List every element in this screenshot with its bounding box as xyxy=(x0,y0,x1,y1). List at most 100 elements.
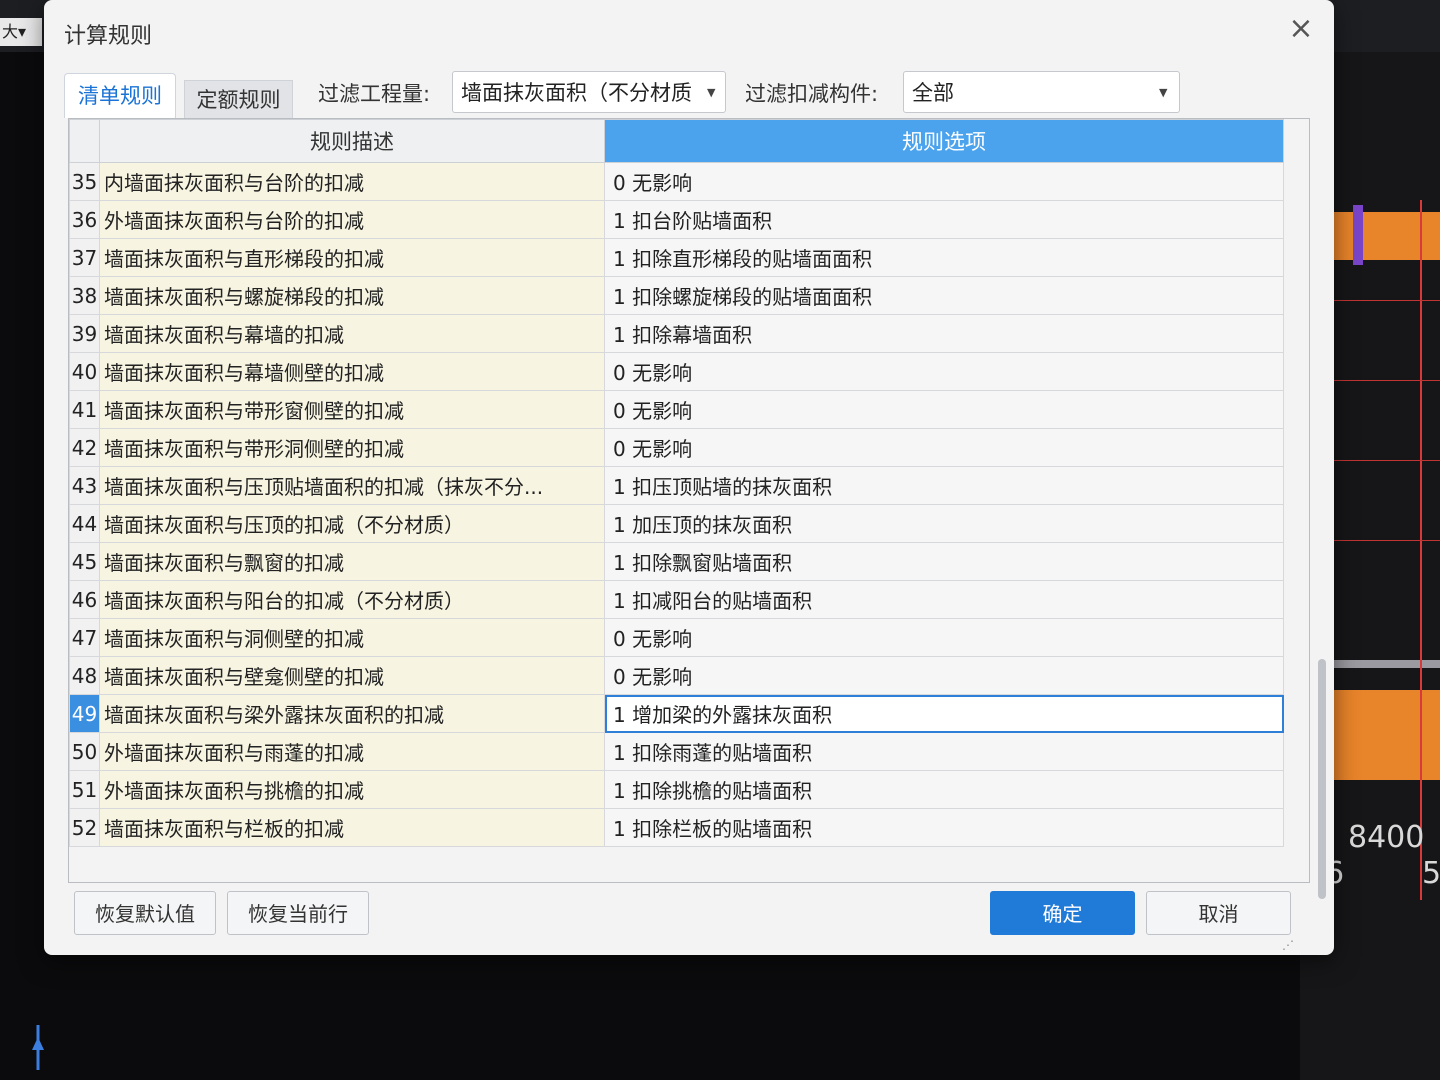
row-number[interactable]: 51 xyxy=(69,770,100,809)
row-number[interactable]: 43 xyxy=(69,466,100,505)
rule-option[interactable]: 1 增加梁的外露抹灰面积 xyxy=(604,694,1284,733)
rule-option[interactable]: 1 扣除飘窗贴墙面积 xyxy=(604,542,1284,581)
row-number[interactable]: 47 xyxy=(69,618,100,657)
row-number[interactable]: 52 xyxy=(69,808,100,847)
rule-description[interactable]: 墙面抹灰面积与带形洞侧壁的扣减 xyxy=(99,428,605,467)
rule-option[interactable]: 1 扣压顶贴墙的抹灰面积 xyxy=(604,466,1284,505)
rule-description[interactable]: 外墙面抹灰面积与雨蓬的扣减 xyxy=(99,732,605,771)
table-row[interactable]: 48 墙面抹灰面积与壁龛侧壁的扣减 0 无影响 xyxy=(69,656,1284,695)
rules-grid: 规则描述 规则选项 35 内墙面抹灰面积与台阶的扣减 0 无影响 36 外墙面抹灰面积与… xyxy=(68,118,1326,899)
table-row[interactable]: 52 墙面抹灰面积与栏板的扣减 1 扣除栏板的贴墙面积 xyxy=(69,808,1284,847)
background-dropdown[interactable]: 大▾ xyxy=(0,18,42,46)
rule-option[interactable]: 0 无影响 xyxy=(604,428,1284,467)
table-row[interactable]: 41 墙面抹灰面积与带形窗侧壁的扣减 0 无影响 xyxy=(69,390,1284,429)
rule-option[interactable]: 1 扣除幕墙面积 xyxy=(604,314,1284,353)
scrollbar-thumb[interactable] xyxy=(1318,659,1326,899)
rule-description[interactable]: 墙面抹灰面积与带形窗侧壁的扣减 xyxy=(99,390,605,429)
table-row[interactable]: 39 墙面抹灰面积与幕墙的扣减 1 扣除幕墙面积 xyxy=(69,314,1284,353)
row-number[interactable]: 42 xyxy=(69,428,100,467)
rule-option[interactable]: 0 无影响 xyxy=(604,162,1284,201)
filter-quantity-label: 过滤工程量: xyxy=(318,82,431,106)
table-row[interactable]: 44 墙面抹灰面积与压顶的扣减（不分材质） 1 加压顶的抹灰面积 xyxy=(69,504,1284,543)
rule-description[interactable]: 墙面抹灰面积与阳台的扣减（不分材质） xyxy=(99,580,605,619)
rule-option[interactable]: 0 无影响 xyxy=(604,352,1284,391)
table-row[interactable]: 49 墙面抹灰面积与梁外露抹灰面积的扣减 1 增加梁的外露抹灰面积 xyxy=(69,694,1284,733)
rule-description[interactable]: 墙面抹灰面积与压顶的扣减（不分材质） xyxy=(99,504,605,543)
row-number[interactable]: 35 xyxy=(69,162,100,201)
table-row[interactable]: 43 墙面抹灰面积与压顶贴墙面积的扣减（抹灰不分... 1 扣压顶贴墙的抹灰面积 xyxy=(69,466,1284,505)
table-row[interactable]: 51 外墙面抹灰面积与挑檐的扣减 1 扣除挑檐的贴墙面积 xyxy=(69,770,1284,809)
vertical-scrollbar[interactable] xyxy=(1315,159,1329,899)
dialog-title: 计算规则 xyxy=(64,24,153,49)
rule-description[interactable]: 墙面抹灰面积与直形梯段的扣减 xyxy=(99,238,605,277)
table-row[interactable]: 50 外墙面抹灰面积与雨蓬的扣减 1 扣除雨蓬的贴墙面积 xyxy=(69,732,1284,771)
rule-option[interactable]: 1 扣除挑檐的贴墙面积 xyxy=(604,770,1284,809)
rule-option[interactable]: 1 扣除雨蓬的贴墙面积 xyxy=(604,732,1284,771)
cad-beam-shape xyxy=(1330,690,1440,780)
row-number[interactable]: 44 xyxy=(69,504,100,543)
rule-option[interactable]: 0 无影响 xyxy=(604,656,1284,695)
cad-dimension-text: 8400 xyxy=(1348,820,1425,855)
rule-description[interactable]: 墙面抹灰面积与螺旋梯段的扣减 xyxy=(99,276,605,315)
restore-current-row-button[interactable]: 恢复当前行 xyxy=(227,891,369,935)
cad-grid-line xyxy=(1330,460,1440,461)
restore-default-button[interactable]: 恢复默认值 xyxy=(74,891,216,935)
row-number-header xyxy=(69,119,100,163)
rule-option[interactable]: 1 扣减阳台的贴墙面积 xyxy=(604,580,1284,619)
column-header-description[interactable]: 规则描述 xyxy=(99,119,605,163)
row-number[interactable]: 46 xyxy=(69,580,100,619)
row-number[interactable]: 36 xyxy=(69,200,100,239)
resize-grip-icon[interactable]: ⋰ xyxy=(1282,938,1296,952)
table-row[interactable]: 36 外墙面抹灰面积与台阶的扣减 1 扣台阶贴墙面积 xyxy=(69,200,1284,239)
table-row[interactable]: 47 墙面抹灰面积与洞侧壁的扣减 0 无影响 xyxy=(69,618,1284,657)
rule-option[interactable]: 0 无影响 xyxy=(604,618,1284,657)
row-number[interactable]: 45 xyxy=(69,542,100,581)
rule-option[interactable]: 0 无影响 xyxy=(604,390,1284,429)
row-number[interactable]: 37 xyxy=(69,238,100,277)
table-row[interactable]: 45 墙面抹灰面积与飘窗的扣减 1 扣除飘窗贴墙面积 xyxy=(69,542,1284,581)
rule-description[interactable]: 墙面抹灰面积与幕墙侧壁的扣减 xyxy=(99,352,605,391)
ok-button[interactable]: 确定 xyxy=(990,891,1135,935)
rule-description[interactable]: 墙面抹灰面积与压顶贴墙面积的扣减（抹灰不分... xyxy=(99,466,605,505)
rule-description[interactable]: 墙面抹灰面积与栏板的扣减 xyxy=(99,808,605,847)
table-row[interactable]: 38 墙面抹灰面积与螺旋梯段的扣减 1 扣除螺旋梯段的贴墙面面积 xyxy=(69,276,1284,315)
filter-quantity-select[interactable]: 墙面抹灰面积（不分材质 ▼ xyxy=(452,71,726,113)
rule-description[interactable]: 外墙面抹灰面积与挑檐的扣减 xyxy=(99,770,605,809)
close-icon[interactable]: × xyxy=(1286,14,1316,44)
rule-option[interactable]: 1 扣除栏板的贴墙面积 xyxy=(604,808,1284,847)
row-number[interactable]: 49 xyxy=(69,694,100,733)
rule-option[interactable]: 1 扣除直形梯段的贴墙面面积 xyxy=(604,238,1284,277)
rule-description[interactable]: 墙面抹灰面积与梁外露抹灰面积的扣减 xyxy=(99,694,605,733)
row-number[interactable]: 38 xyxy=(69,276,100,315)
table-row[interactable]: 40 墙面抹灰面积与幕墙侧壁的扣减 0 无影响 xyxy=(69,352,1284,391)
filter-component-select[interactable]: 全部 ▼ xyxy=(903,71,1180,113)
rule-description[interactable]: 墙面抹灰面积与幕墙的扣减 xyxy=(99,314,605,353)
tab-quota-rules[interactable]: 定额规则 xyxy=(184,80,293,119)
rule-description[interactable]: 内墙面抹灰面积与台阶的扣减 xyxy=(99,162,605,201)
tab-list-rules[interactable]: 清单规则 xyxy=(64,73,176,118)
rules-table: 规则描述 规则选项 35 内墙面抹灰面积与台阶的扣减 0 无影响 36 外墙面抹灰面积与… xyxy=(69,119,1284,847)
rule-description[interactable]: 墙面抹灰面积与壁龛侧壁的扣减 xyxy=(99,656,605,695)
table-row[interactable]: 42 墙面抹灰面积与带形洞侧壁的扣减 0 无影响 xyxy=(69,428,1284,467)
row-number[interactable]: 50 xyxy=(69,732,100,771)
table-row[interactable]: 37 墙面抹灰面积与直形梯段的扣减 1 扣除直形梯段的贴墙面面积 xyxy=(69,238,1284,277)
column-header-option[interactable]: 规则选项 xyxy=(604,119,1284,163)
table-row[interactable]: 35 内墙面抹灰面积与台阶的扣减 0 无影响 xyxy=(69,162,1284,201)
table-row[interactable]: 46 墙面抹灰面积与阳台的扣减（不分材质） 1 扣减阳台的贴墙面积 xyxy=(69,580,1284,619)
cad-column-shape xyxy=(1353,205,1363,265)
rule-description[interactable]: 外墙面抹灰面积与台阶的扣减 xyxy=(99,200,605,239)
row-number[interactable]: 48 xyxy=(69,656,100,695)
rule-option[interactable]: 1 扣除螺旋梯段的贴墙面面积 xyxy=(604,276,1284,315)
coordinate-axis-icon xyxy=(32,1025,44,1070)
cancel-button[interactable]: 取消 xyxy=(1146,891,1291,935)
row-number[interactable]: 41 xyxy=(69,390,100,429)
rule-description[interactable]: 墙面抹灰面积与飘窗的扣减 xyxy=(99,542,605,581)
row-number[interactable]: 40 xyxy=(69,352,100,391)
rule-option[interactable]: 1 加压顶的抹灰面积 xyxy=(604,504,1284,543)
chevron-down-icon: ▼ xyxy=(1159,86,1168,99)
cad-grid-line xyxy=(1330,380,1440,381)
rule-option[interactable]: 1 扣台阶贴墙面积 xyxy=(604,200,1284,239)
rule-description[interactable]: 墙面抹灰面积与洞侧壁的扣减 xyxy=(99,618,605,657)
row-number[interactable]: 39 xyxy=(69,314,100,353)
filter-component-value: 全部 xyxy=(912,81,954,105)
